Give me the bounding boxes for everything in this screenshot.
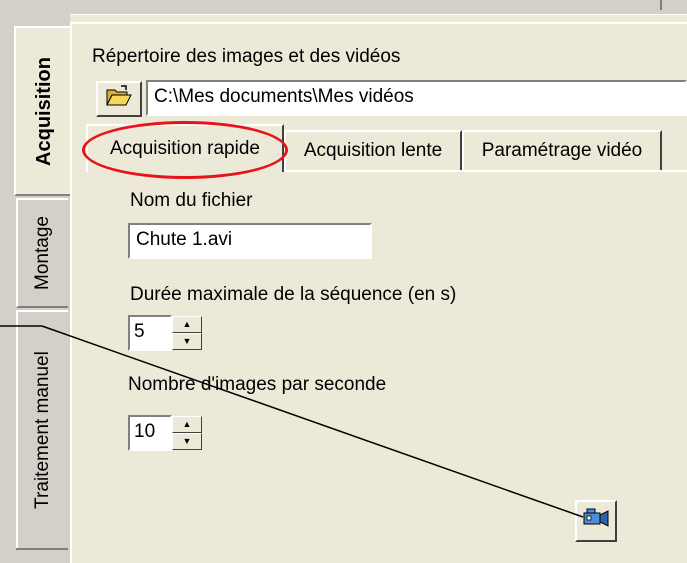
filename-label: Nom du fichier	[130, 190, 253, 211]
fps-label: Nombre d'images par seconde	[128, 374, 387, 395]
tab-acquisition-rapide[interactable]: Acquisition rapide	[86, 124, 284, 172]
top-bar	[0, 0, 687, 15]
filename-input[interactable]: Chute 1.avi	[128, 223, 372, 259]
browse-folder-button[interactable]	[96, 81, 142, 117]
duration-label: Durée maximale de la séquence (en s)	[130, 284, 457, 305]
fps-input[interactable]: 10	[128, 415, 172, 451]
directory-path-field[interactable]: C:\Mes documents\Mes vidéos	[146, 80, 687, 116]
spin-up-icon[interactable]: ▲	[172, 316, 202, 333]
tab-montage-label: Montage	[32, 216, 54, 290]
spin-down-icon[interactable]: ▼	[172, 433, 202, 450]
tab-montage[interactable]: Montage	[16, 198, 68, 308]
tab-acquisition-label: Acquisition	[32, 56, 55, 166]
tab-acquisition[interactable]: Acquisition	[14, 26, 72, 196]
tab-acquisition-lente-label: Acquisition lente	[303, 140, 443, 161]
open-folder-icon	[106, 85, 132, 113]
tab-traitement-manuel[interactable]: Traitement manuel	[16, 310, 68, 550]
tab-acquisition-rapide-label: Acquisition rapide	[110, 138, 260, 159]
spin-up-icon[interactable]: ▲	[172, 416, 202, 433]
tab-parametrage-video[interactable]: Paramétrage vidéo	[462, 130, 662, 170]
record-video-button[interactable]	[575, 500, 617, 542]
duration-stepper[interactable]: ▲ ▼	[172, 316, 202, 350]
spin-down-icon[interactable]: ▼	[172, 333, 202, 350]
video-camera-icon	[581, 506, 611, 536]
directory-label: Répertoire des images et des vidéos	[92, 46, 401, 67]
duration-input[interactable]: 5	[128, 315, 172, 351]
tab-traitement-manuel-label: Traitement manuel	[32, 351, 54, 509]
tab-acquisition-lente[interactable]: Acquisition lente	[284, 130, 462, 170]
tab-parametrage-video-label: Paramétrage vidéo	[481, 140, 643, 161]
top-divider	[660, 0, 662, 10]
fps-stepper[interactable]: ▲ ▼	[172, 416, 202, 450]
tab-strip-edge	[16, 548, 62, 550]
